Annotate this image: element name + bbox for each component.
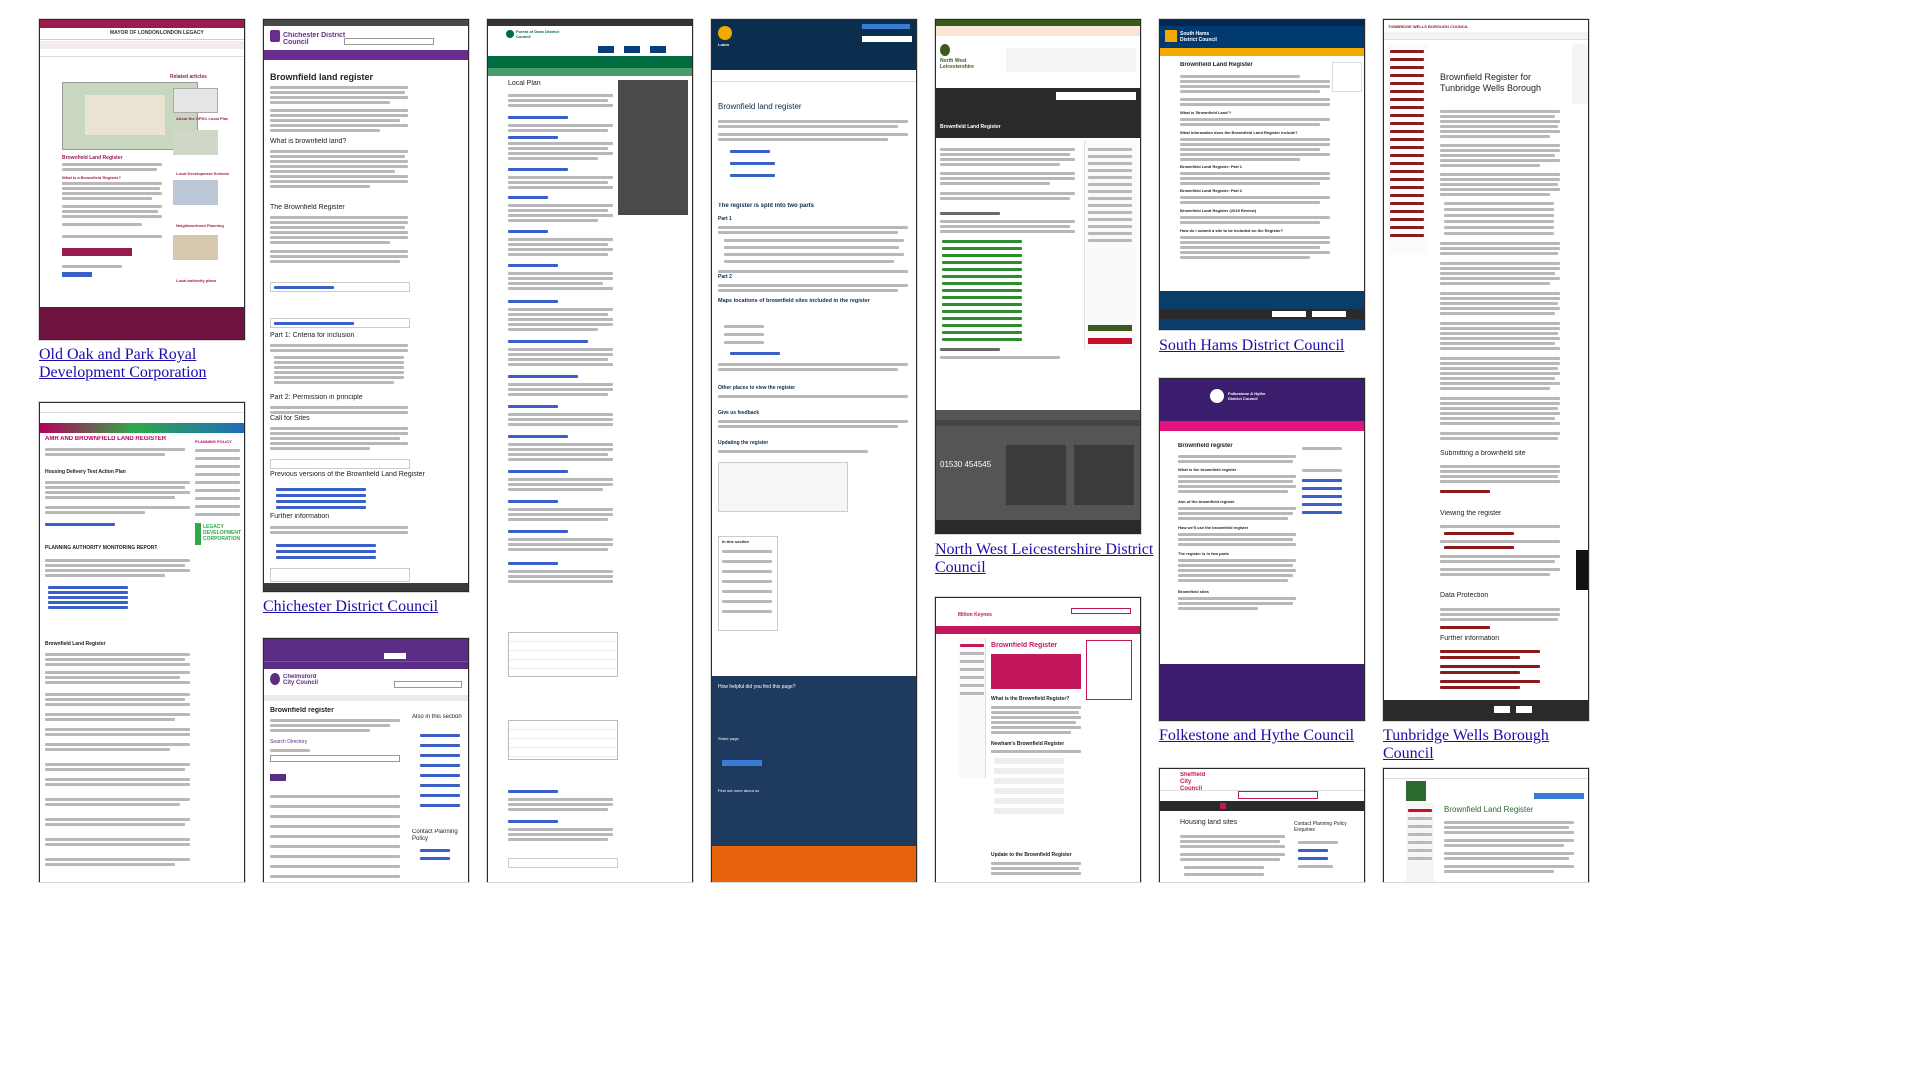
page-thumbnail[interactable]: Chichester District Council Brownfield l…	[263, 19, 469, 592]
page-thumbnail[interactable]: Milton Keynes Brownfield Register What i…	[935, 597, 1141, 882]
result-link[interactable]: Old Oak and Park Royal Development Corpo…	[39, 346, 269, 382]
result-link[interactable]: South Hams District Council	[1159, 337, 1379, 355]
result-link[interactable]: Tunbridge Wells Borough Council	[1383, 727, 1603, 763]
page-thumbnail[interactable]: Luton Brownfield land register The regis…	[711, 19, 917, 882]
page-thumbnail[interactable]: North West Leicestershire Brownfield Lan…	[935, 19, 1141, 534]
result-link[interactable]: North West Leicestershire District Counc…	[935, 541, 1155, 577]
page-thumbnail[interactable]: Folkestone & Hythe District Council Brow…	[1159, 378, 1365, 721]
search-results-gallery: MAYOR OF LONDON LONDON LEGACY Related ar…	[0, 0, 1920, 1080]
result-link[interactable]: Folkestone and Hythe Council	[1159, 727, 1379, 745]
page-thumbnail[interactable]: Forest of Dean District Council Local Pl…	[487, 19, 693, 882]
page-thumbnail[interactable]: Sheffield City Council Housing land site…	[1159, 768, 1365, 882]
page-thumbnail[interactable]: TUNBRIDGE WELLS BOROUGH COUNCIL Brownfie…	[1383, 19, 1589, 721]
page-thumbnail[interactable]: Chelmsford City Council Brownfield regis…	[263, 638, 469, 882]
page-thumbnail[interactable]: MAYOR OF LONDON LONDON LEGACY Related ar…	[39, 19, 245, 340]
page-thumbnail[interactable]: South Hams District Council Brownfield L…	[1159, 19, 1365, 330]
page-thumbnail[interactable]: AMR AND BROWNFIELD LAND REGISTER Housing…	[39, 402, 245, 882]
page-thumbnail[interactable]: Brownfield Land Register	[1383, 768, 1589, 882]
